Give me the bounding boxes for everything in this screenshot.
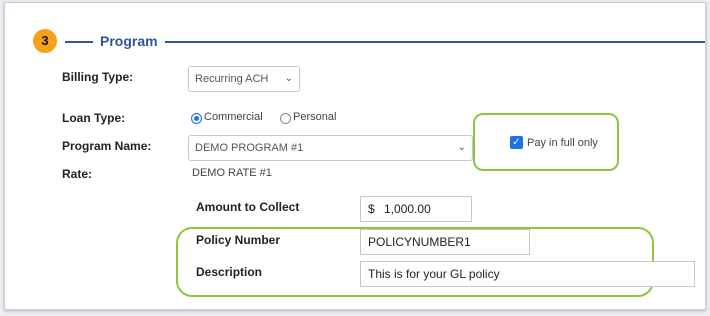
billing-type-label: Billing Type: — [62, 70, 134, 84]
program-name-select[interactable]: DEMO PROGRAM #1 ⌄ — [188, 135, 473, 161]
loan-type-personal-radio[interactable] — [280, 113, 291, 124]
currency-symbol: $ — [368, 202, 375, 216]
loan-type-commercial-radio[interactable] — [191, 113, 202, 124]
loan-type-commercial-label: Commercial — [204, 111, 263, 123]
billing-type-value: Recurring ACH — [195, 73, 269, 85]
amount-to-collect-input[interactable]: $ 1,000.00 — [360, 196, 472, 222]
policy-number-input[interactable]: POLICYNUMBER1 — [360, 229, 530, 255]
amount-value: 1,000.00 — [384, 202, 431, 216]
chevron-down-icon: ⌄ — [284, 73, 293, 84]
program-name-value: DEMO PROGRAM #1 — [195, 142, 304, 154]
pay-in-full-checkbox[interactable]: ✓ — [510, 136, 523, 149]
step-number-badge: 3 — [33, 29, 57, 53]
rate-value: DEMO RATE #1 — [192, 167, 272, 179]
section-rule-left — [65, 41, 93, 43]
pay-in-full-label: Pay in full only — [527, 137, 598, 149]
program-panel: 3 Program Billing Type: Recurring ACH ⌄ … — [4, 2, 706, 310]
policy-number-label: Policy Number — [196, 233, 281, 247]
description-label: Description — [196, 265, 263, 279]
section-rule-right — [165, 41, 705, 43]
loan-type-personal-label: Personal — [293, 111, 337, 123]
section-title: Program — [100, 33, 158, 49]
program-name-label: Program Name: — [62, 139, 152, 153]
loan-type-label: Loan Type: — [62, 111, 126, 125]
rate-label: Rate: — [62, 167, 93, 181]
description-input[interactable]: This is for your GL policy — [360, 261, 695, 287]
amount-to-collect-label: Amount to Collect — [196, 200, 300, 214]
billing-type-select[interactable]: Recurring ACH ⌄ — [188, 66, 300, 92]
chevron-down-icon: ⌄ — [457, 142, 466, 153]
